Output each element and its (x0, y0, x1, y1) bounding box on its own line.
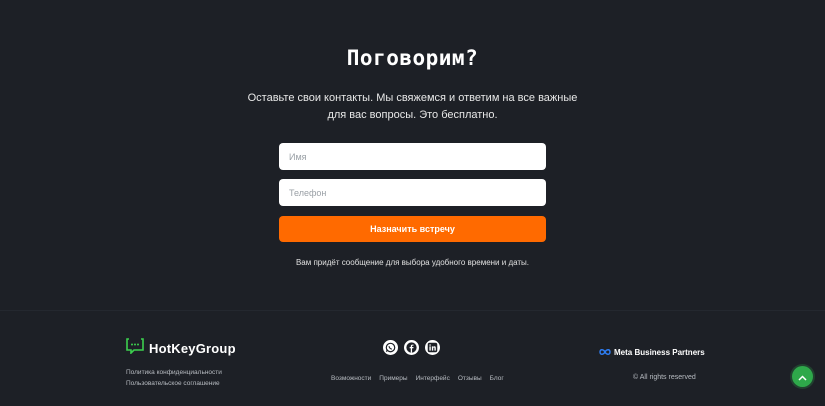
brand-logo[interactable]: HotKeyGroup (126, 337, 236, 359)
brand-name: HotKeyGroup (149, 341, 236, 356)
brand-name-first: HotKey (149, 340, 196, 356)
contact-subtitle: Оставьте свои контакты. Мы свяжемся и от… (247, 92, 578, 121)
contact-title: Поговорим? (346, 46, 479, 70)
footer-nav-interface[interactable]: Интерфейс (416, 375, 450, 382)
social-links (383, 340, 440, 355)
chevron-up-icon (798, 368, 807, 386)
privacy-policy-link[interactable]: Политика конфиденциальности (126, 369, 222, 376)
phone-input[interactable] (279, 179, 546, 206)
footer-nav-examples[interactable]: Примеры (379, 375, 407, 382)
meta-infinity-icon (599, 343, 611, 361)
footer-nav-features[interactable]: Возможности (331, 375, 371, 382)
linkedin-icon[interactable] (425, 340, 440, 355)
footer-nav-reviews[interactable]: Отзывы (458, 375, 482, 382)
footer-nav-blog[interactable]: Блог (490, 375, 504, 382)
footer-divider (0, 310, 825, 311)
meta-partner-badge: Meta Business Partners (599, 343, 705, 361)
name-input[interactable] (279, 143, 546, 170)
facebook-icon[interactable] (404, 340, 419, 355)
brand-name-second: Group (195, 340, 236, 356)
terms-link[interactable]: Пользовательское соглашение (126, 380, 220, 387)
whatsapp-icon[interactable] (383, 340, 398, 355)
form-note: Вам придёт сообщение для выбора удобного… (295, 258, 530, 267)
scroll-to-top-button[interactable] (792, 366, 813, 387)
partner-label: Meta Business Partners (614, 347, 705, 357)
schedule-meeting-button[interactable]: Назначить встречу (279, 216, 546, 242)
footer-nav: Возможности Примеры Интерфейс Отзывы Бло… (331, 375, 504, 382)
copyright-text: © All rights reserved (633, 374, 696, 381)
chat-bubble-icon (126, 337, 144, 359)
